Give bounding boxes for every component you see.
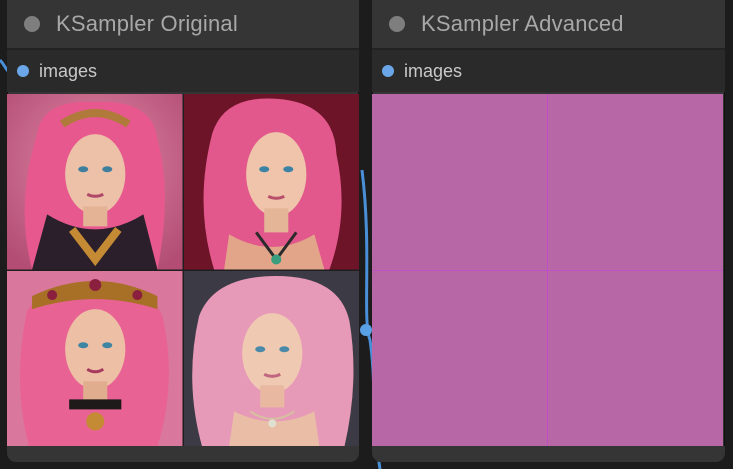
node-title: KSampler Original [56, 11, 238, 36]
preview-image[interactable] [372, 94, 547, 270]
collapse-toggle-icon[interactable] [24, 16, 40, 32]
image-preview-grid[interactable] [7, 94, 359, 446]
portrait-image [7, 94, 183, 270]
node-footer [372, 446, 725, 462]
preview-image[interactable] [7, 270, 183, 446]
preview-image[interactable] [7, 94, 183, 270]
node-title: KSampler Advanced [421, 11, 624, 36]
portrait-image [7, 270, 183, 446]
preview-image[interactable] [372, 270, 547, 446]
preview-image[interactable] [183, 94, 359, 270]
portrait-image [183, 94, 359, 270]
preview-image[interactable] [548, 94, 723, 270]
link-midpoint[interactable] [360, 324, 372, 336]
slot-label: images [404, 60, 463, 81]
preview-image[interactable] [183, 270, 359, 446]
slot-label: images [39, 60, 98, 81]
ksampler-advanced-node[interactable]: KSampler Advanced images [372, 0, 725, 462]
preview-image[interactable] [548, 270, 723, 446]
node-titlebar[interactable]: KSampler Advanced [372, 0, 725, 50]
slot-dot-icon[interactable] [17, 65, 29, 77]
ksampler-original-node[interactable]: KSampler Original images [7, 0, 359, 462]
portrait-image [183, 270, 359, 446]
node-footer [7, 446, 359, 462]
output-slot-images[interactable]: images [372, 50, 725, 92]
node-titlebar[interactable]: KSampler Original [7, 0, 359, 50]
slot-dot-icon[interactable] [382, 65, 394, 77]
output-slot-images[interactable]: images [7, 50, 359, 92]
image-preview-grid[interactable] [372, 94, 723, 446]
collapse-toggle-icon[interactable] [389, 16, 405, 32]
